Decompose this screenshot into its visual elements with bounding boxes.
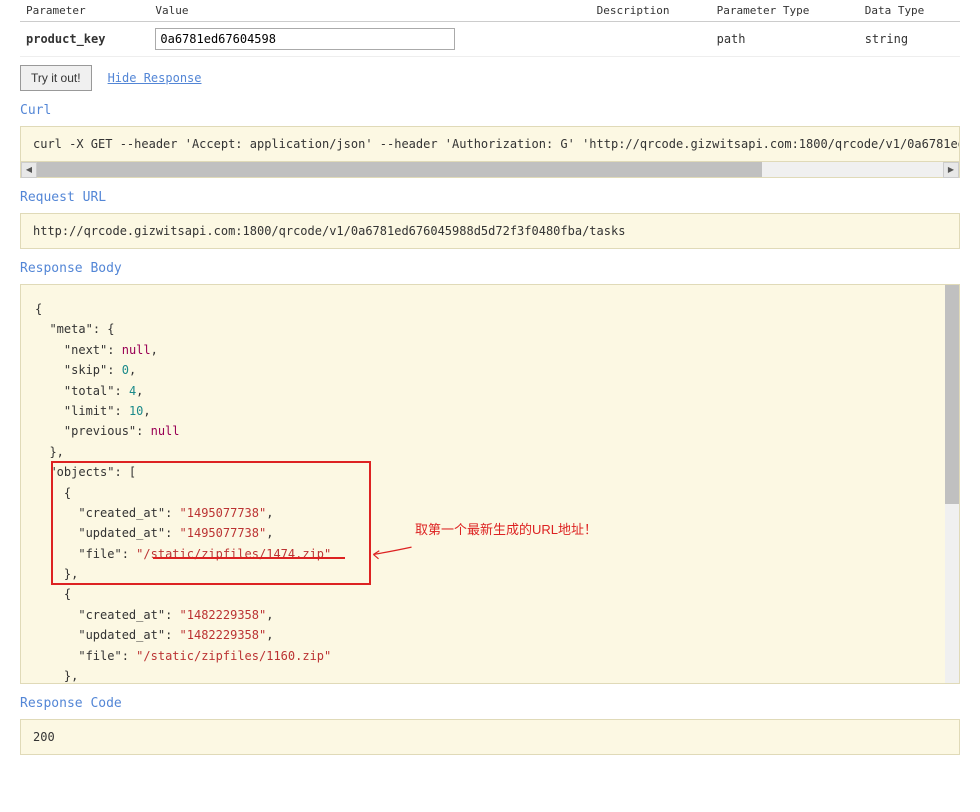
param-name: product_key xyxy=(20,22,149,57)
curl-block: curl -X GET --header 'Accept: applicatio… xyxy=(20,126,960,162)
parameters-table: Parameter Value Description Parameter Ty… xyxy=(20,0,960,57)
response-body-block: { "meta": { "next": null, "skip": 0, "to… xyxy=(20,284,960,684)
col-description: Description xyxy=(591,0,711,22)
response-code-block: 200 xyxy=(20,719,960,755)
curl-content: curl -X GET --header 'Accept: applicatio… xyxy=(33,137,960,151)
param-value-cell xyxy=(149,22,590,57)
scrollbar-thumb[interactable] xyxy=(37,162,762,177)
scrollbar-left-arrow[interactable]: ◀ xyxy=(21,162,37,178)
col-parameter: Parameter xyxy=(20,0,149,22)
request-url-heading: Request URL xyxy=(20,190,960,205)
actions-row: Try it out! Hide Response xyxy=(20,65,960,91)
vertical-scrollbar-thumb[interactable] xyxy=(945,285,959,504)
vertical-scrollbar[interactable] xyxy=(945,285,959,683)
col-value: Value xyxy=(149,0,590,22)
scrollbar-right-arrow[interactable]: ▶ xyxy=(943,162,959,178)
param-value-input[interactable] xyxy=(155,28,455,50)
curl-scrollbar[interactable]: ◀ ▶ xyxy=(20,162,960,178)
response-code-value: 200 xyxy=(33,730,55,744)
request-url-block: http://qrcode.gizwitsapi.com:1800/qrcode… xyxy=(20,213,960,249)
response-code-heading: Response Code xyxy=(20,696,960,711)
request-url-content: http://qrcode.gizwitsapi.com:1800/qrcode… xyxy=(33,224,625,238)
param-description xyxy=(591,22,711,57)
table-row: product_key path string xyxy=(20,22,960,57)
response-body-heading: Response Body xyxy=(20,261,960,276)
hide-response-link[interactable]: Hide Response xyxy=(108,71,202,85)
curl-heading: Curl xyxy=(20,103,960,118)
scrollbar-track[interactable] xyxy=(37,162,943,177)
col-param-type: Parameter Type xyxy=(711,0,859,22)
col-data-type: Data Type xyxy=(859,0,960,22)
response-json: { "meta": { "next": null, "skip": 0, "to… xyxy=(35,299,945,684)
param-type: path xyxy=(711,22,859,57)
param-data-type: string xyxy=(859,22,960,57)
try-it-out-button[interactable]: Try it out! xyxy=(20,65,92,91)
